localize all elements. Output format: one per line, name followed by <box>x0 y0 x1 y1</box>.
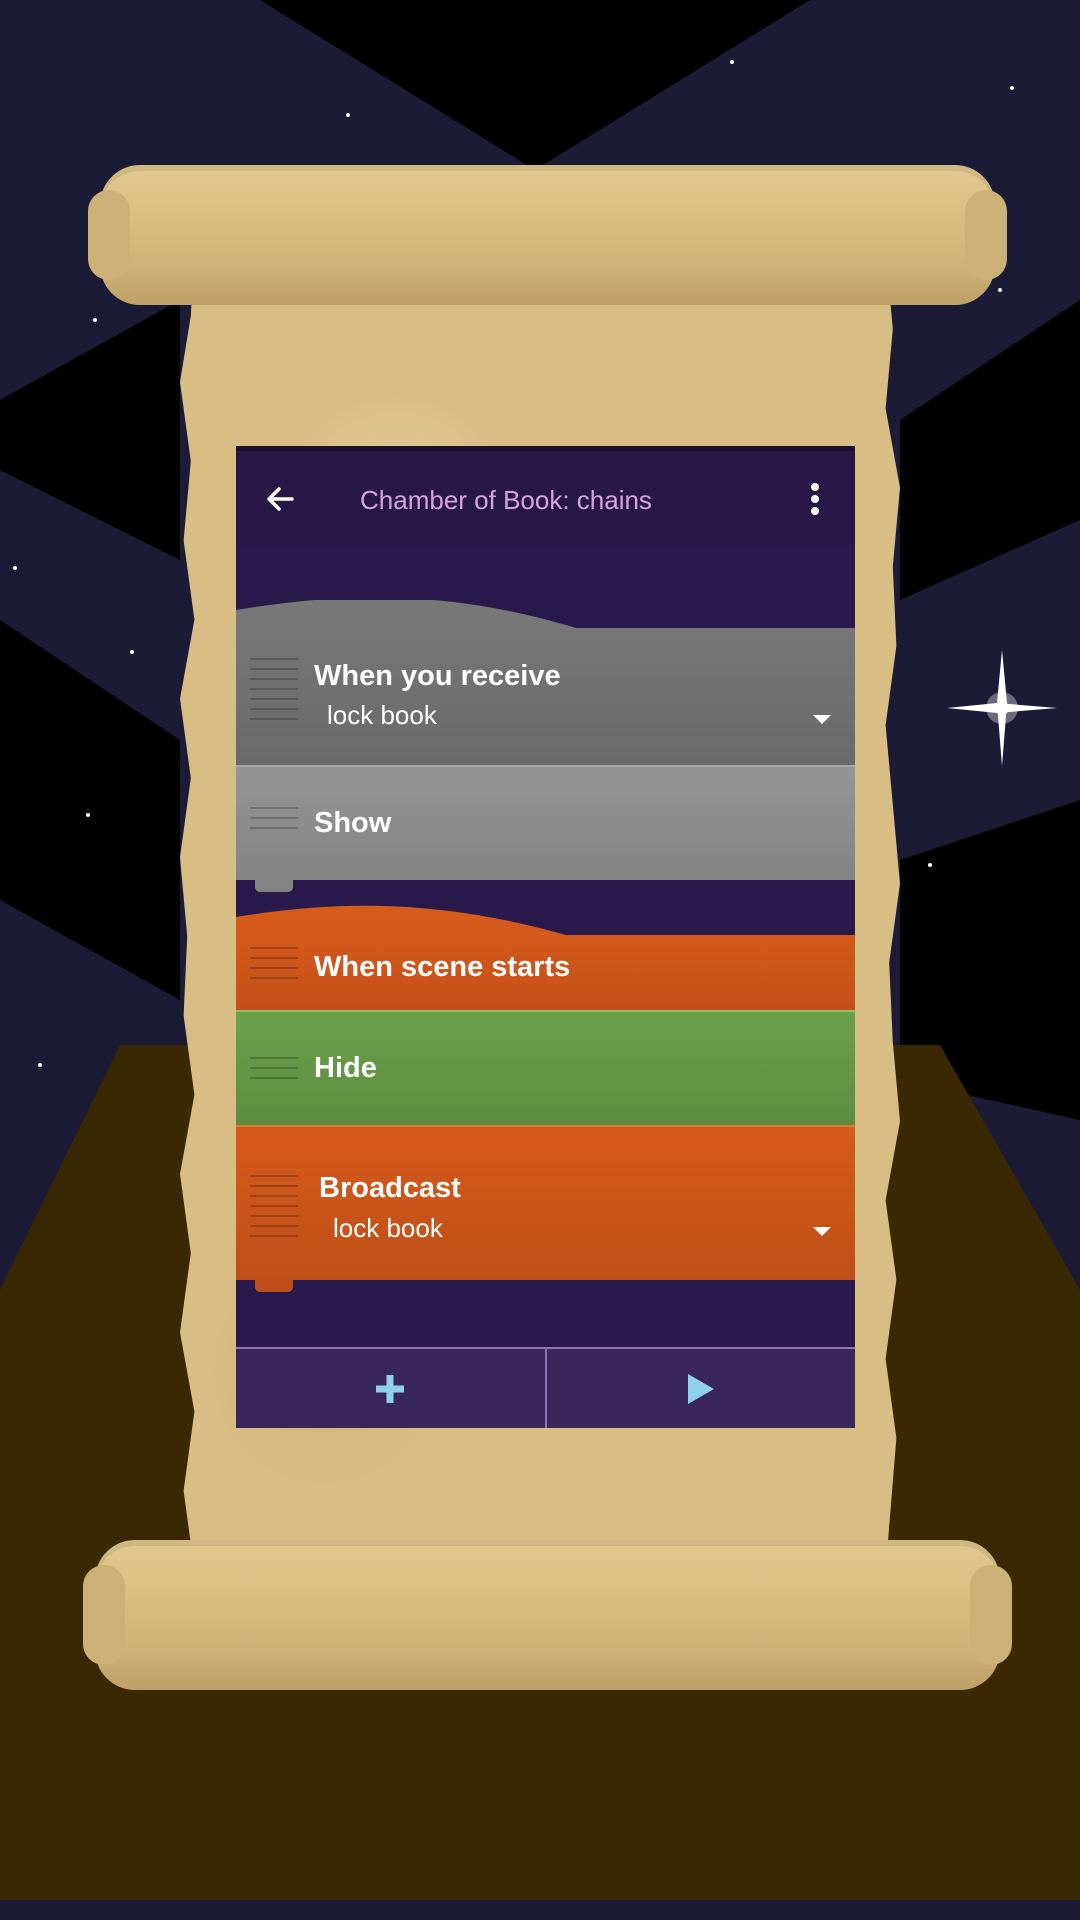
brick-label: When you receive <box>314 660 561 692</box>
drag-handle-icon[interactable] <box>250 1175 298 1239</box>
toolbar: Chamber of Book: chains <box>236 446 855 545</box>
drag-handle-icon[interactable] <box>250 807 298 837</box>
chevron-down-icon[interactable] <box>813 715 831 724</box>
brick-label: When scene starts <box>314 951 571 983</box>
more-vertical-icon <box>811 483 819 515</box>
arrow-left-icon <box>267 487 294 511</box>
brick-label: Broadcast <box>319 1172 461 1204</box>
plus-icon <box>376 1374 405 1403</box>
brick-broadcast[interactable]: Broadcast lock book <box>236 1125 855 1292</box>
brick-when-you-receive[interactable]: When you receive lock book <box>236 600 855 777</box>
play-button[interactable] <box>544 1349 856 1428</box>
drag-handle-icon[interactable] <box>250 947 298 987</box>
bottom-bar <box>236 1347 855 1428</box>
brick-connector <box>255 880 293 892</box>
brick-connector <box>255 1280 293 1292</box>
overflow-menu-button[interactable] <box>797 477 833 521</box>
brick-label: Hide <box>314 1052 377 1084</box>
chevron-down-icon[interactable] <box>813 1227 831 1236</box>
add-brick-button[interactable] <box>236 1349 545 1428</box>
play-icon <box>687 1373 714 1404</box>
message-value[interactable]: lock book <box>327 700 437 731</box>
brick-show[interactable]: Show <box>236 765 855 892</box>
scroll-bottom-roll <box>83 1540 1012 1690</box>
app-screen: Chamber of Book: chains When you receive… <box>236 446 855 1428</box>
message-value[interactable]: lock book <box>333 1213 443 1244</box>
page-title: Chamber of Book: chains <box>360 485 652 515</box>
back-button[interactable] <box>258 477 302 521</box>
brick-when-scene-starts[interactable]: When scene starts <box>236 905 855 1022</box>
drag-handle-icon[interactable] <box>250 658 298 728</box>
scroll-top-roll <box>88 165 1007 305</box>
brick-label: Show <box>314 807 392 839</box>
brick-hide[interactable]: Hide <box>236 1010 855 1137</box>
drag-handle-icon[interactable] <box>250 1057 298 1085</box>
script-area: When you receive lock book Show When sce… <box>236 545 855 1293</box>
